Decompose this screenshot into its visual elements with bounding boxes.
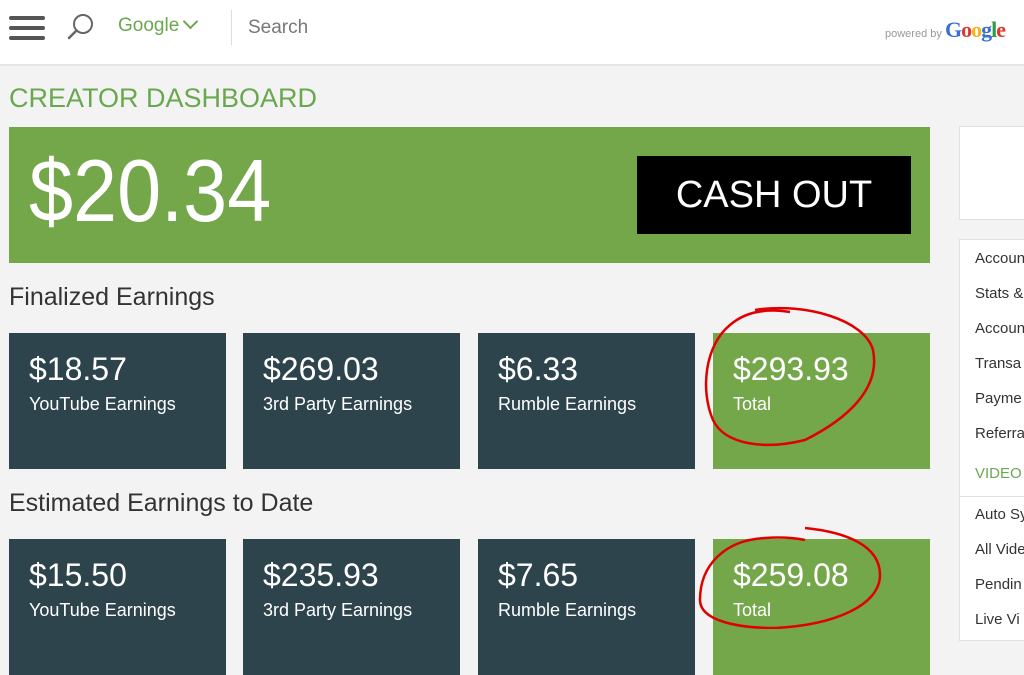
earnings-value: $7.65 [498, 557, 579, 593]
earnings-value: $18.57 [29, 351, 127, 387]
earnings-label: Total [733, 600, 772, 620]
earnings-value: $259.08 [733, 557, 849, 593]
balance-banner: $20.34 CASH OUT [9, 127, 930, 263]
google-logo-letter: o [971, 17, 982, 42]
sidebar-item[interactable]: Stats & [975, 285, 1023, 302]
google-logo-letter: e [996, 17, 1006, 42]
earnings-value: $235.93 [263, 557, 379, 593]
earnings-label: YouTube Earnings [29, 600, 176, 620]
total-earnings-card: $293.93 Total [713, 333, 930, 469]
earnings-label: Rumble Earnings [498, 394, 637, 414]
divider [231, 10, 232, 45]
earnings-card: $7.65 Rumble Earnings [478, 539, 695, 675]
earnings-label: Total [733, 394, 772, 414]
divider [960, 496, 1024, 497]
powered-by-label: powered by [885, 28, 942, 40]
balance-amount: $20.34 [29, 141, 272, 240]
search-icon[interactable] [66, 12, 96, 42]
google-logo-letter: o [961, 17, 972, 42]
finalized-earnings-heading: Finalized Earnings [9, 283, 215, 311]
sidebar-item[interactable]: Transa [975, 355, 1021, 372]
sidebar-section-header: VIDEO [975, 465, 1022, 482]
google-logo: Google [944, 17, 1006, 42]
sidebar-item[interactable]: Payme [975, 390, 1022, 407]
sidebar-video-item[interactable]: Auto Sy [975, 506, 1024, 523]
earnings-label: Rumble Earnings [498, 600, 637, 620]
earnings-value: $269.03 [263, 351, 379, 387]
earnings-card: $269.03 3rd Party Earnings [243, 333, 460, 469]
earnings-label: 3rd Party Earnings [263, 600, 413, 620]
sidebar-video-item[interactable]: Pendin [975, 576, 1022, 593]
powered-by-google: powered by Google [885, 17, 1006, 43]
google-logo-letter: g [981, 17, 992, 42]
earnings-card: $6.33 Rumble Earnings [478, 333, 695, 469]
sidebar-item[interactable]: Account [975, 320, 1024, 337]
sidebar-item[interactable]: Account [975, 250, 1024, 267]
chevron-down-icon [183, 13, 199, 30]
earnings-card: $15.50 YouTube Earnings [9, 539, 226, 675]
search-engine-label: Google [118, 15, 180, 36]
search-engine-dropdown[interactable]: Google [118, 13, 199, 37]
earnings-card: $18.57 YouTube Earnings [9, 333, 226, 469]
sidebar-video-item[interactable]: All Vide [975, 541, 1024, 558]
sidebar-item[interactable]: Referra [975, 425, 1024, 442]
earnings-value: $293.93 [733, 351, 849, 387]
cash-out-button[interactable]: CASH OUT [637, 156, 911, 234]
sidebar-panel [959, 126, 1024, 220]
earnings-card: $235.93 3rd Party Earnings [243, 539, 460, 675]
sidebar-menu: Account Stats & Account Transa Payme Referra V… [959, 239, 1024, 641]
earnings-value: $6.33 [498, 351, 579, 387]
estimated-earnings-heading: Estimated Earnings to Date [9, 489, 314, 517]
earnings-label: YouTube Earnings [29, 394, 176, 414]
page-title: CREATOR DASHBOARD [9, 83, 318, 113]
earnings-value: $15.50 [29, 557, 127, 593]
total-earnings-card: $259.08 Total [713, 539, 930, 675]
hamburger-menu-icon[interactable] [9, 16, 45, 40]
earnings-label: 3rd Party Earnings [263, 394, 413, 414]
search-input[interactable] [246, 12, 810, 44]
top-bar: Google powered by Google [0, 0, 1024, 66]
google-logo-letter: G [944, 17, 962, 42]
sidebar-video-item[interactable]: Live Vi [975, 611, 1020, 628]
